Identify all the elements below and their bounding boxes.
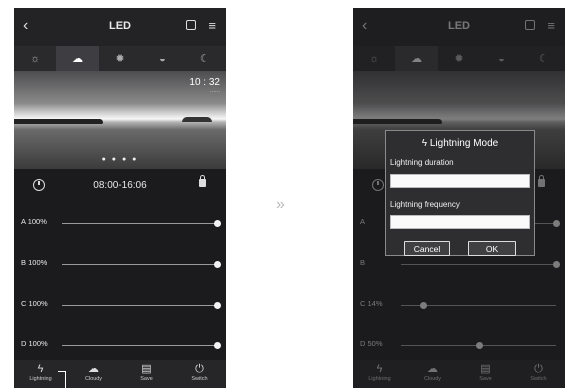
save-icon: ▤: [141, 363, 152, 375]
cloud-icon: ☁: [88, 363, 99, 375]
channel-c-slider[interactable]: C 14%: [353, 295, 565, 315]
top-bar: ‹ LED ≡: [353, 8, 565, 46]
nav-cloudy[interactable]: ☁ Cloudy: [406, 360, 459, 388]
scene-shore: [353, 119, 443, 124]
menu-icon[interactable]: ≡: [208, 19, 216, 32]
sun-icon[interactable]: ✹: [99, 46, 141, 71]
channel-label: C 100%: [21, 299, 48, 308]
channel-label: D 100%: [21, 339, 48, 348]
channel-label: C 14%: [360, 299, 383, 308]
sunrise-icon[interactable]: ☼: [353, 46, 395, 71]
channel-d-slider[interactable]: D 100%: [14, 335, 226, 355]
moon-icon[interactable]: ☾: [523, 46, 565, 71]
channel-c-slider[interactable]: C 100%: [14, 295, 226, 315]
nav-switch[interactable]: ⏻ Switch: [512, 360, 565, 388]
slider-thumb[interactable]: [553, 261, 560, 268]
mode-tabs: ☼ ☁ ✹ ◒ ☾: [14, 46, 226, 71]
nav-switch[interactable]: ⏻ Switch: [173, 360, 226, 388]
channel-label: B: [360, 258, 366, 267]
cancel-button[interactable]: Cancel: [404, 241, 450, 256]
power-icon: ⏻: [534, 363, 543, 375]
slider-thumb[interactable]: [214, 342, 221, 349]
channel-label: A 100%: [21, 217, 47, 226]
bottom-nav: ϟ Lightning ☁ Cloudy ▤ Save ⏻ Switch: [14, 360, 226, 388]
slider-thumb[interactable]: [419, 302, 427, 309]
channel-label: A: [360, 217, 366, 226]
sunset-icon[interactable]: ◒: [480, 46, 522, 71]
nav-lightning[interactable]: ϟ Lightning: [14, 360, 67, 388]
nav-save[interactable]: ▤ Save: [459, 360, 512, 388]
sun-cloud-icon[interactable]: ☁: [56, 46, 99, 71]
slider-track[interactable]: [401, 264, 556, 265]
cloud-icon: ☁: [427, 363, 438, 375]
grid-icon[interactable]: [525, 20, 535, 30]
slider-thumb[interactable]: [553, 220, 560, 227]
channel-b-slider[interactable]: B 100%: [14, 254, 226, 274]
grid-icon[interactable]: [186, 20, 196, 30]
frequency-label: Lightning frequency: [390, 200, 460, 209]
scene-image: 10 : 32 ...... ● ● ● ●: [14, 71, 226, 169]
slider-thumb[interactable]: [214, 302, 221, 309]
scene-shore: [14, 119, 104, 124]
slider-thumb[interactable]: [214, 261, 221, 268]
lock-icon[interactable]: [199, 175, 206, 187]
slider-track[interactable]: [62, 264, 217, 265]
lock-icon[interactable]: [538, 175, 545, 187]
sun-icon[interactable]: ✹: [438, 46, 480, 71]
clock: 10 : 32 ......: [189, 77, 220, 94]
dialog-title: ϟ Lightning Mode: [421, 138, 499, 149]
slider-thumb[interactable]: [475, 342, 483, 349]
slider-track[interactable]: [62, 305, 217, 306]
moon-icon[interactable]: ☾: [184, 46, 226, 71]
sunrise-icon[interactable]: ☼: [14, 46, 56, 71]
slider-thumb[interactable]: [214, 220, 221, 227]
channel-label: B 100%: [21, 258, 48, 267]
clock-time: 10 : 32: [189, 77, 220, 88]
schedule-time[interactable]: 08:00-16:06: [14, 180, 226, 191]
led-screen-main: ‹ LED ≡ ☼ ☁ ✹ ◒ ☾ 10 : 32 ...... ● ● ● ●…: [14, 8, 226, 388]
timer-icon[interactable]: [372, 179, 384, 191]
scene-island: [182, 117, 212, 122]
nav-cloudy[interactable]: ☁ Cloudy: [67, 360, 120, 388]
clock-sub: ......: [209, 88, 220, 94]
duration-input[interactable]: [390, 174, 530, 188]
nav-lightning[interactable]: ϟ Lightning: [353, 360, 406, 388]
lightning-icon: ϟ: [37, 363, 44, 375]
channel-d-slider[interactable]: D 50%: [353, 335, 565, 355]
lightning-icon: ϟ: [376, 363, 383, 375]
power-icon: ⏻: [195, 363, 204, 375]
led-screen-dialog: ‹ LED ≡ ☼ ☁ ✹ ◒ ☾ A B C 14% D 50% ϟ Ligh…: [353, 8, 565, 388]
channel-a-slider[interactable]: A 100%: [14, 213, 226, 233]
slider-track[interactable]: [62, 223, 217, 224]
sun-cloud-icon[interactable]: ☁: [395, 46, 438, 71]
menu-icon[interactable]: ≡: [547, 19, 555, 32]
lightning-icon: ϟ: [421, 138, 428, 149]
lightning-mode-dialog: ϟ Lightning Mode Lightning duration Ligh…: [385, 130, 535, 256]
channel-label: D 50%: [360, 339, 383, 348]
sunset-icon[interactable]: ◒: [141, 46, 183, 71]
nav-save[interactable]: ▤ Save: [120, 360, 173, 388]
bottom-nav: ϟ Lightning ☁ Cloudy ▤ Save ⏻ Switch: [353, 360, 565, 388]
frequency-input[interactable]: [390, 215, 530, 229]
slider-track[interactable]: [62, 345, 217, 346]
channel-b-slider[interactable]: B: [353, 254, 565, 274]
page-dots: ● ● ● ●: [101, 156, 139, 163]
top-bar: ‹ LED ≡: [14, 8, 226, 46]
duration-label: Lightning duration: [390, 158, 454, 167]
mode-tabs: ☼ ☁ ✹ ◒ ☾: [353, 46, 565, 71]
transition-arrow: »: [276, 196, 285, 213]
schedule-row: 08:00-16:06: [14, 170, 226, 204]
callout-line: [65, 371, 66, 388]
save-icon: ▤: [480, 363, 491, 375]
ok-button[interactable]: OK: [468, 241, 516, 256]
